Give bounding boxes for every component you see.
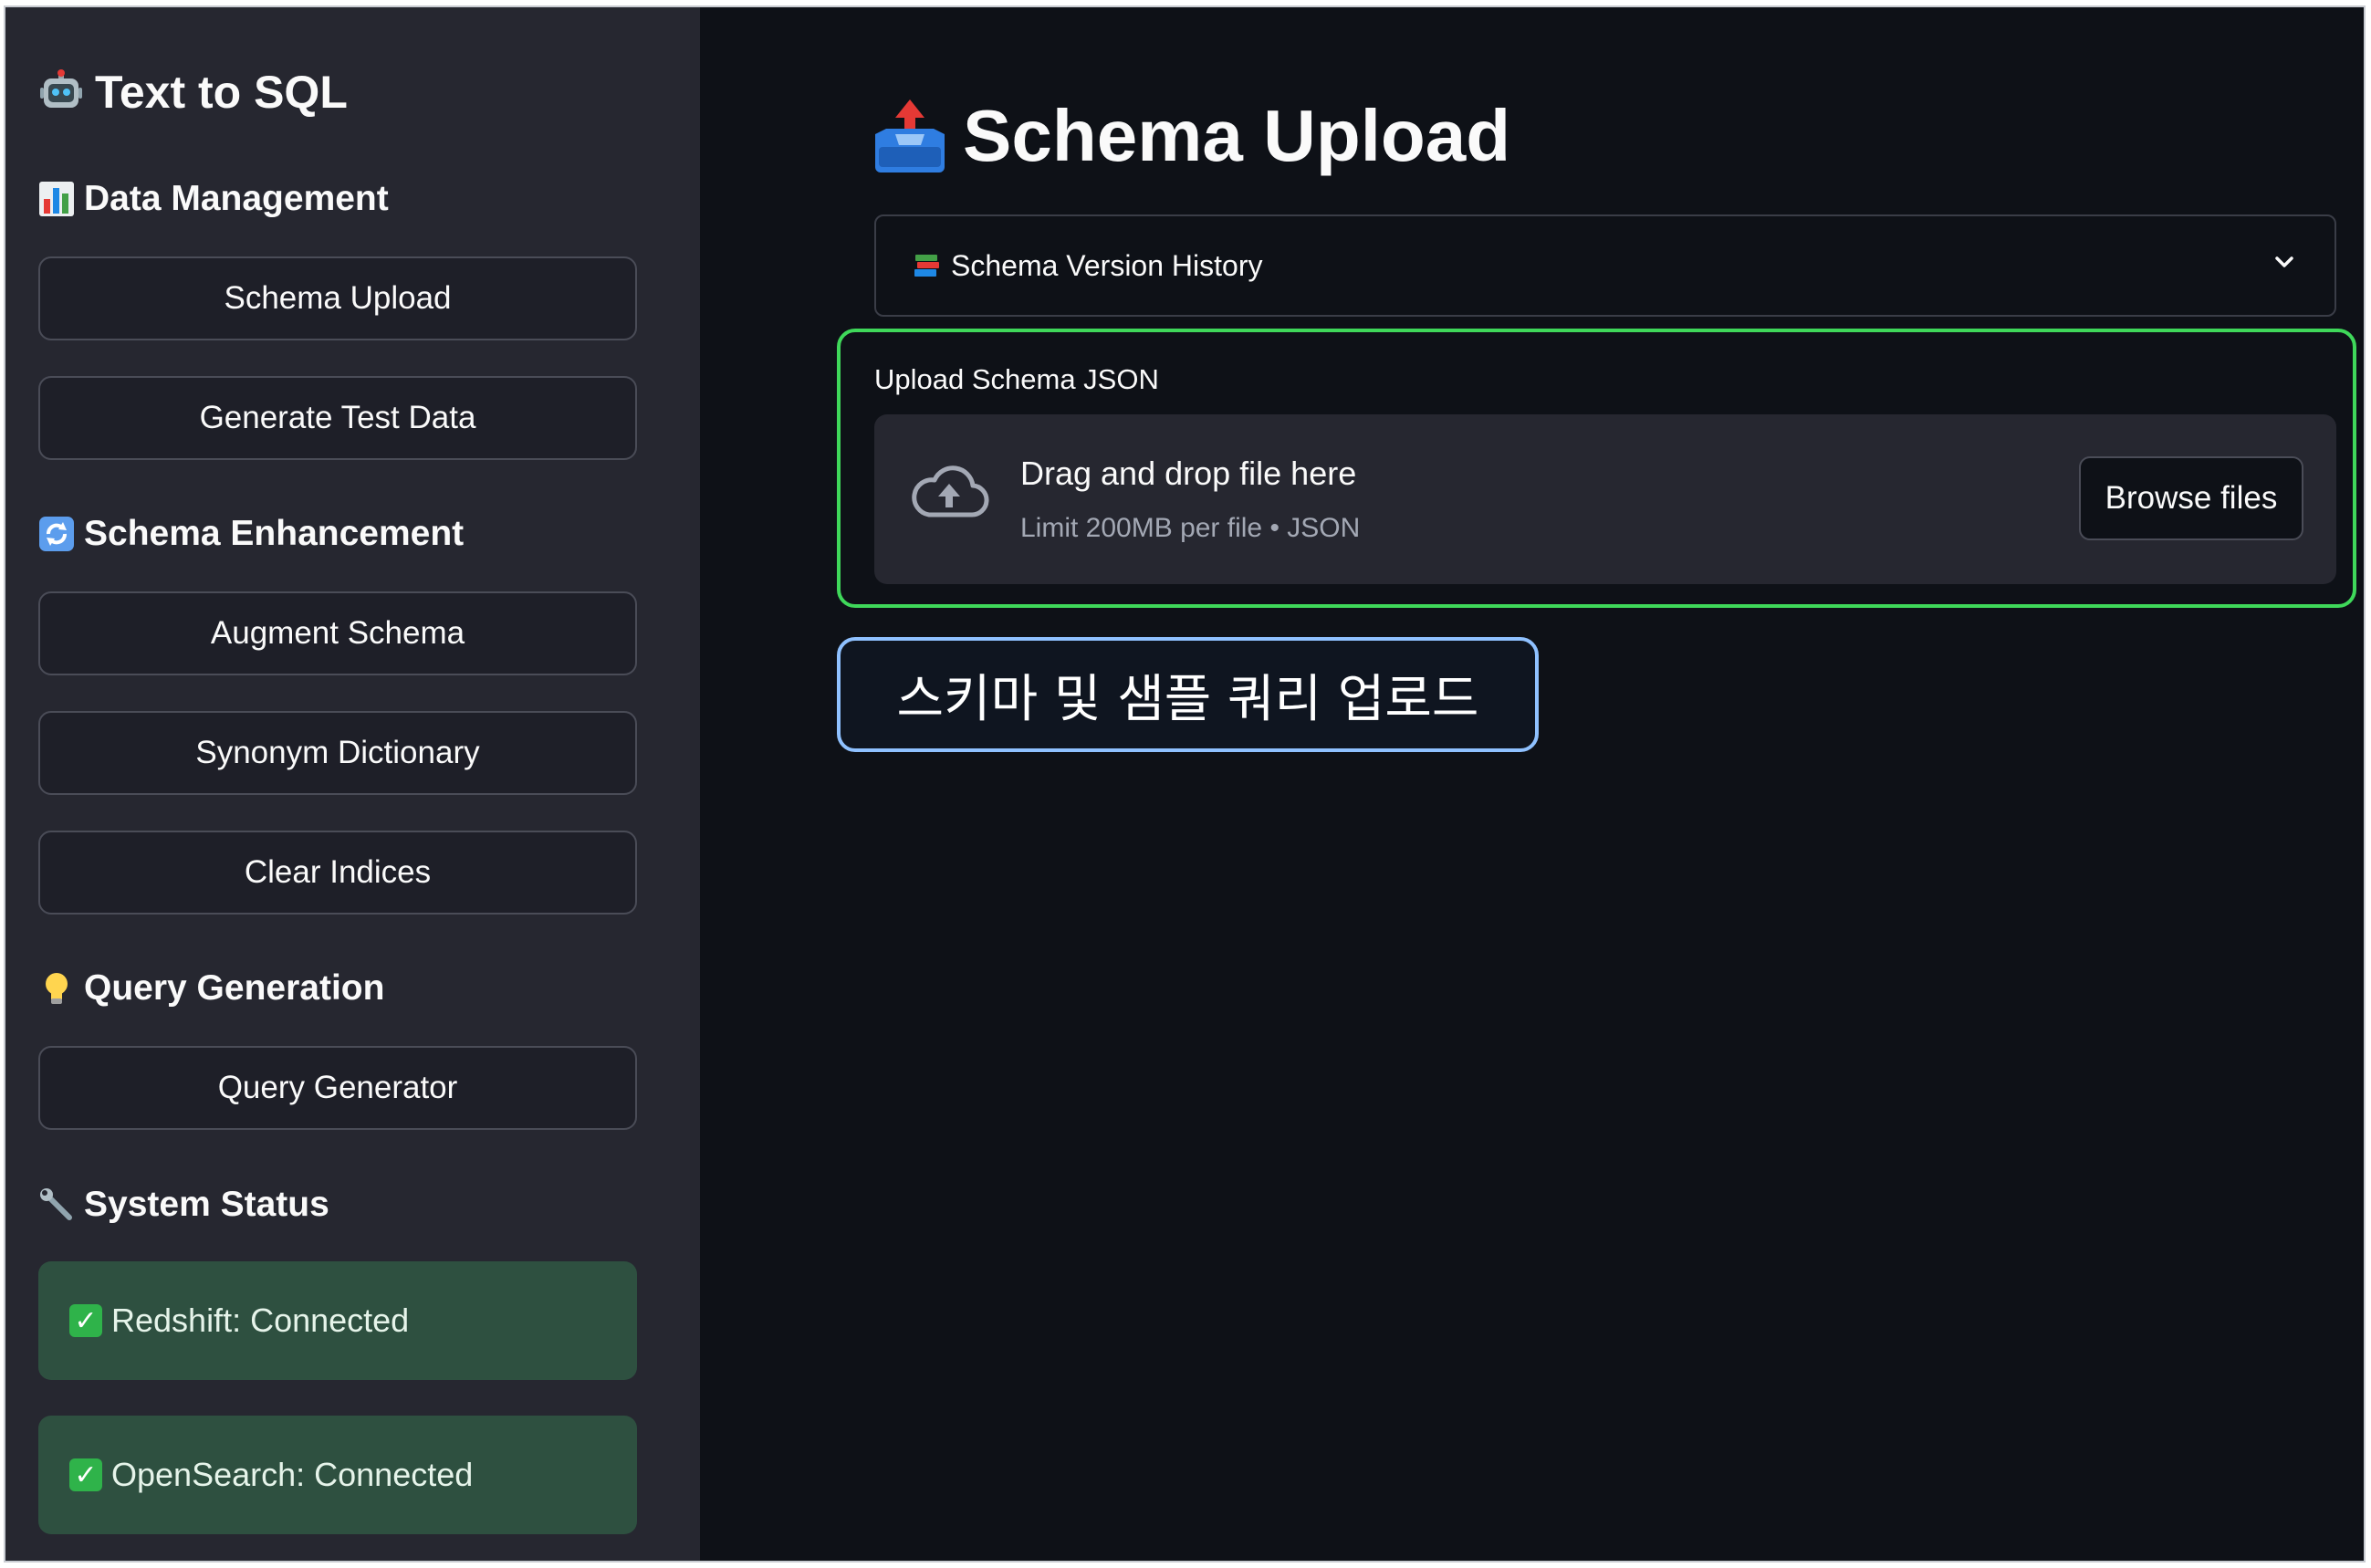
- clear-indices-button[interactable]: Clear Indices: [38, 831, 637, 915]
- schema-upload-button[interactable]: Schema Upload: [38, 256, 637, 340]
- lightbulb-icon: [38, 970, 75, 1007]
- page-title: Schema Upload: [872, 94, 1510, 178]
- redshift-status-text: Redshift: Connected: [111, 1301, 410, 1339]
- augment-schema-button[interactable]: Augment Schema: [38, 591, 637, 675]
- main-content: Schema Upload Schema Version History Upl…: [700, 7, 2364, 1561]
- section-data-management: Data Management: [38, 179, 389, 219]
- check-icon: ✓: [69, 1304, 102, 1337]
- annotation-callout: 스키마 및 샘플 쿼리 업로드: [837, 637, 1539, 752]
- file-limit-text: Limit 200MB per file • JSON: [1020, 513, 1361, 543]
- query-generator-button[interactable]: Query Generator: [38, 1046, 637, 1130]
- chevron-down-icon[interactable]: [2271, 248, 2298, 283]
- section-title: Data Management: [84, 179, 389, 218]
- app-title-text: Text to SQL: [95, 67, 348, 118]
- upload-schema-label: Upload Schema JSON: [874, 363, 1159, 395]
- app-title: Text to SQL: [38, 66, 348, 119]
- redshift-status: ✓ Redshift: Connected: [38, 1261, 637, 1380]
- sidebar: Text to SQL Data Management Schema Uploa…: [5, 7, 700, 1561]
- expander-label: Schema Version History: [913, 249, 2271, 283]
- section-query-generation: Query Generation: [38, 968, 384, 1009]
- section-schema-enhancement: Schema Enhancement: [38, 514, 464, 554]
- books-icon: [913, 251, 942, 280]
- app-window: Text to SQL Data Management Schema Uploa…: [4, 5, 2366, 1563]
- synonym-dictionary-button[interactable]: Synonym Dictionary: [38, 711, 637, 795]
- page-title-text: Schema Upload: [963, 95, 1511, 176]
- browse-files-button[interactable]: Browse files: [2079, 456, 2303, 540]
- refresh-icon: [38, 516, 75, 552]
- opensearch-status-text: OpenSearch: Connected: [111, 1456, 474, 1493]
- robot-icon: [38, 69, 84, 115]
- wrench-icon: [38, 1186, 75, 1223]
- drag-drop-text: Drag and drop file here: [1020, 455, 1357, 492]
- section-title: Query Generation: [84, 968, 385, 1008]
- check-icon: ✓: [69, 1458, 102, 1491]
- schema-version-history-expander[interactable]: Schema Version History: [874, 214, 2336, 317]
- opensearch-status: ✓ OpenSearch: Connected: [38, 1416, 637, 1534]
- file-dropzone[interactable]: Drag and drop file here Limit 200MB per …: [874, 414, 2336, 584]
- section-title: System Status: [84, 1185, 329, 1224]
- bar-chart-icon: [38, 181, 75, 217]
- section-system-status: System Status: [38, 1185, 329, 1225]
- expander-label-text: Schema Version History: [951, 248, 1263, 282]
- cloud-upload-icon: [907, 460, 991, 528]
- generate-test-data-button[interactable]: Generate Test Data: [38, 376, 637, 460]
- outbox-tray-icon: [872, 98, 948, 174]
- section-title: Schema Enhancement: [84, 514, 465, 553]
